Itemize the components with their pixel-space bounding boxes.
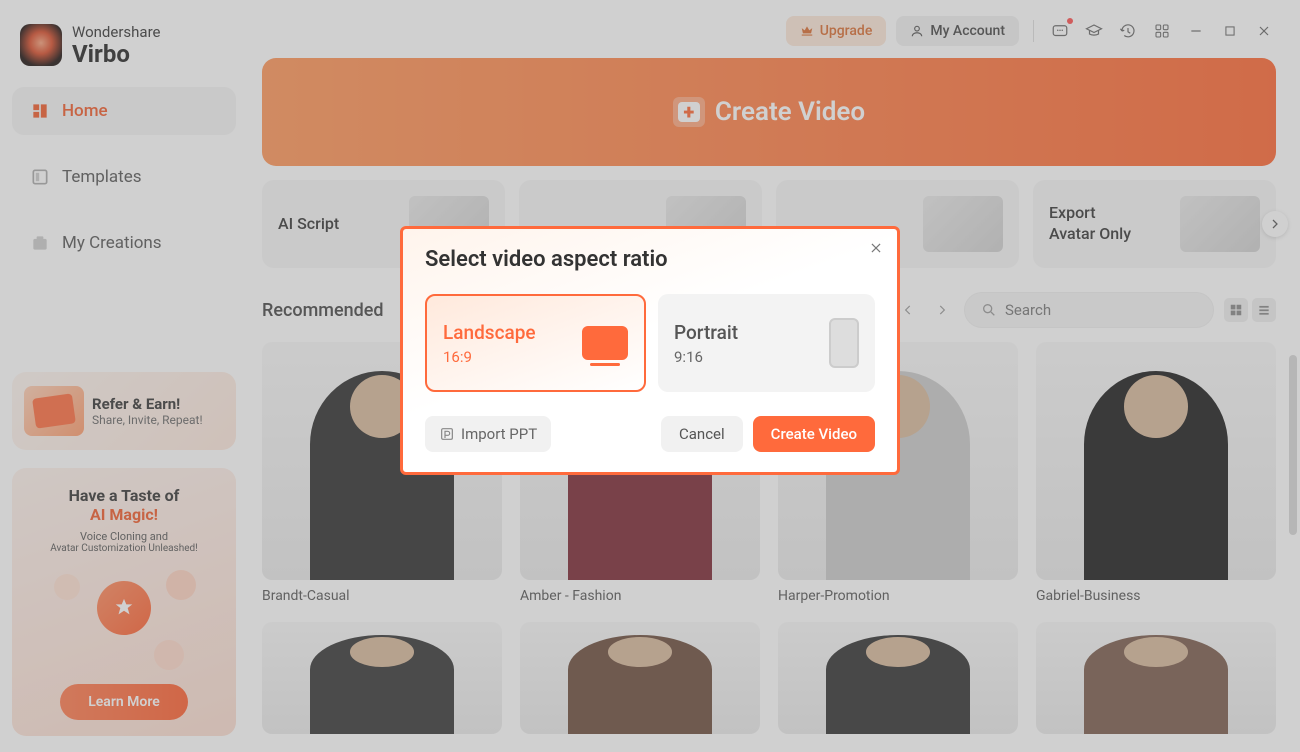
modal-overlay: Select video aspect ratio Landscape 16:9…	[0, 0, 1300, 752]
modal-title: Select video aspect ratio	[425, 247, 875, 272]
portrait-icon	[829, 318, 859, 368]
ratio-landscape-option[interactable]: Landscape 16:9	[425, 294, 646, 392]
landscape-icon	[582, 326, 628, 360]
ratio-name: Landscape	[443, 321, 536, 344]
ratio-value: 9:16	[674, 348, 738, 366]
import-icon	[439, 426, 455, 442]
import-label: Import PPT	[461, 425, 537, 443]
ratio-portrait-option[interactable]: Portrait 9:16	[658, 294, 875, 392]
ratio-name: Portrait	[674, 321, 738, 344]
import-ppt-button[interactable]: Import PPT	[425, 416, 551, 452]
ratio-value: 16:9	[443, 348, 536, 366]
create-video-button[interactable]: Create Video	[753, 416, 875, 452]
aspect-ratio-modal: Select video aspect ratio Landscape 16:9…	[400, 226, 900, 475]
cancel-button[interactable]: Cancel	[661, 416, 743, 452]
modal-close-button[interactable]	[869, 241, 883, 255]
